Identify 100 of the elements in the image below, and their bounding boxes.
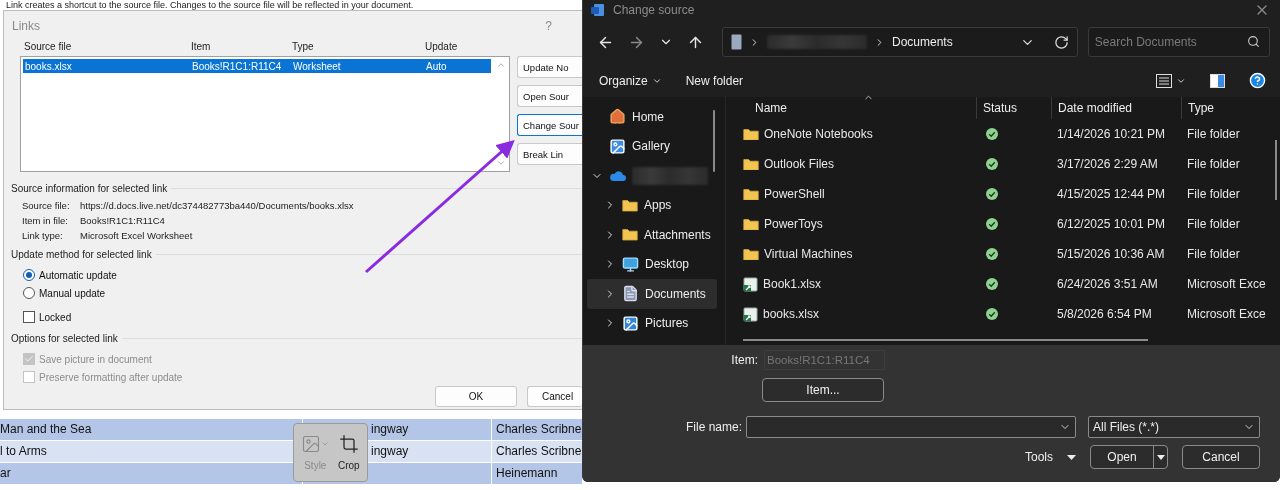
file-name: PowerShell bbox=[764, 187, 825, 201]
dialog-button[interactable]: Cancel bbox=[527, 386, 582, 407]
section-heading: Update method for selected link bbox=[11, 248, 152, 260]
view-button[interactable] bbox=[1156, 73, 1186, 88]
search-icon bbox=[1247, 35, 1260, 48]
file-name: OneNote Notebooks bbox=[764, 127, 873, 141]
field-label: Source file: bbox=[22, 199, 71, 212]
section-heading: Options for selected link bbox=[11, 332, 118, 344]
dialog-title: Change source bbox=[613, 3, 696, 17]
field-label: Item in file: bbox=[22, 214, 69, 227]
tools-button[interactable]: Tools bbox=[1025, 450, 1076, 464]
sidebar-item[interactable]: Gallery bbox=[587, 131, 717, 161]
cloud-icon bbox=[609, 169, 626, 182]
list-view-icon bbox=[1156, 73, 1172, 88]
preview-pane-button[interactable] bbox=[1210, 73, 1225, 88]
new-folder-button[interactable]: New folder bbox=[685, 73, 744, 88]
gallery-icon bbox=[609, 137, 626, 155]
file-type: File folder bbox=[1186, 247, 1241, 261]
item-button[interactable]: Item... bbox=[762, 378, 884, 402]
dialog-button[interactable]: Update No bbox=[517, 56, 582, 78]
radio-label: Manual update bbox=[39, 287, 106, 299]
file-row[interactable]: PowerToys 6/12/2025 10:01 PM File folder bbox=[743, 209, 1280, 239]
file-type: Microsoft Exce bbox=[1186, 277, 1267, 291]
scrollbar[interactable] bbox=[1275, 140, 1277, 200]
field-label: Link type: bbox=[22, 229, 64, 242]
table-cell: ar bbox=[0, 463, 302, 484]
picture-style-icon bbox=[301, 434, 330, 454]
dialog-button[interactable]: OK bbox=[435, 386, 517, 407]
table-cell: Man and the Sea bbox=[0, 419, 302, 440]
spreadsheet-file-icon bbox=[743, 276, 758, 292]
dialog-button[interactable]: Open Sour bbox=[517, 85, 582, 107]
pictures-icon bbox=[622, 314, 639, 332]
dialog-button[interactable]: Change Sour bbox=[517, 114, 582, 136]
dialog-button[interactable]: Break Lin bbox=[517, 143, 582, 165]
file-row[interactable]: Virtual Machines 5/15/2026 10:36 AM File folder bbox=[743, 239, 1280, 269]
checkbox-label: Locked bbox=[39, 311, 72, 323]
sidebar-item[interactable]: Attachments bbox=[587, 220, 717, 250]
synced-check-icon bbox=[986, 248, 998, 260]
column-header: Source file bbox=[24, 41, 73, 54]
checkbox[interactable] bbox=[23, 311, 35, 323]
file-type: Microsoft Exce bbox=[1186, 307, 1267, 321]
synced-check-icon bbox=[986, 308, 998, 320]
file-name: Virtual Machines bbox=[764, 247, 853, 261]
sidebar-item[interactable]: Pictures bbox=[587, 308, 717, 338]
field-value: https://d.docs.live.net/dc374482773ba440/Documents/books.xlsx bbox=[80, 199, 355, 212]
home-icon bbox=[609, 108, 626, 126]
checkbox-label: Preserve formatting after update bbox=[39, 371, 183, 383]
file-name: Outlook Files bbox=[764, 157, 835, 171]
sidebar-label: Home bbox=[632, 109, 664, 124]
file-row[interactable]: Book1.xlsx 6/24/2026 3:51 AM Microsoft Exce bbox=[743, 269, 1280, 299]
file-type: File folder bbox=[1186, 157, 1241, 171]
radio-button[interactable] bbox=[23, 287, 35, 299]
file-row[interactable]: Outlook Files 3/17/2026 2:29 AM File folder bbox=[743, 149, 1280, 179]
scrollbar[interactable] bbox=[713, 110, 715, 172]
caret-icon bbox=[1067, 454, 1076, 460]
file-date: 5/15/2026 10:36 AM bbox=[1056, 247, 1166, 261]
column-header[interactable]: Date modified bbox=[1051, 97, 1181, 119]
desktop-icon bbox=[622, 255, 639, 273]
open-button[interactable]: Open bbox=[1090, 445, 1168, 469]
refresh-icon[interactable] bbox=[1053, 34, 1069, 50]
synced-check-icon bbox=[986, 218, 998, 230]
sidebar-item[interactable]: Documents bbox=[587, 279, 717, 309]
link-row[interactable]: books.xlsx Books!R1C1:R11C4 Worksheet Auto bbox=[23, 59, 491, 73]
organize-button[interactable]: Organize bbox=[599, 73, 662, 88]
field-value: Books!R1C1:R11C4 bbox=[80, 214, 166, 227]
file-row[interactable]: PowerShell 4/15/2025 12:44 PM File folder bbox=[743, 179, 1280, 209]
search-field[interactable]: Search Documents bbox=[1087, 27, 1270, 57]
file-name-field[interactable] bbox=[746, 416, 1076, 438]
caret-icon bbox=[1156, 454, 1165, 460]
sidebar-item[interactable]: Apps bbox=[587, 190, 717, 220]
file-type-dropdown[interactable]: All Files (*.*) bbox=[1088, 416, 1260, 438]
folder-icon bbox=[743, 217, 759, 231]
sidebar-label: Desktop bbox=[645, 257, 690, 272]
help-button[interactable] bbox=[1249, 72, 1266, 89]
sidebar-item[interactable]: Desktop bbox=[587, 249, 717, 279]
document-text: Link creates a shortcut to the source file. Changes to the source file will be reflected in your document. bbox=[5, 0, 415, 10]
column-header[interactable]: Status bbox=[976, 97, 1051, 119]
file-type: File folder bbox=[1186, 127, 1241, 141]
address-bar[interactable]: Documents bbox=[722, 27, 1078, 57]
sidebar-label: Documents bbox=[645, 286, 706, 301]
file-row[interactable]: books.xlsx 5/8/2026 6:54 PM Microsoft Exce bbox=[743, 299, 1280, 329]
sidebar-label: Apps bbox=[644, 198, 672, 213]
radio-button[interactable] bbox=[23, 269, 35, 281]
column-header[interactable]: Name bbox=[743, 97, 976, 119]
table-cell: Heinemann bbox=[492, 463, 582, 484]
radio-label: Automatic update bbox=[39, 269, 117, 281]
synced-check-icon bbox=[986, 188, 998, 200]
checkbox-label: Save picture in document bbox=[39, 353, 152, 365]
column-header[interactable]: Type bbox=[1181, 97, 1280, 119]
sidebar-item[interactable]: Home bbox=[587, 102, 717, 132]
synced-check-icon bbox=[986, 128, 998, 140]
file-name: PowerToys bbox=[764, 217, 823, 231]
drive-icon bbox=[731, 34, 742, 50]
file-date: 5/8/2026 6:54 PM bbox=[1056, 307, 1153, 321]
synced-check-icon bbox=[986, 278, 998, 290]
scrollbar[interactable] bbox=[743, 339, 1148, 341]
folder-icon bbox=[743, 187, 759, 201]
file-date: 1/14/2026 10:21 PM bbox=[1056, 127, 1167, 141]
cancel-button[interactable]: Cancel bbox=[1182, 445, 1260, 469]
file-row[interactable]: OneNote Notebooks 1/14/2026 10:21 PM File folder bbox=[743, 119, 1280, 149]
